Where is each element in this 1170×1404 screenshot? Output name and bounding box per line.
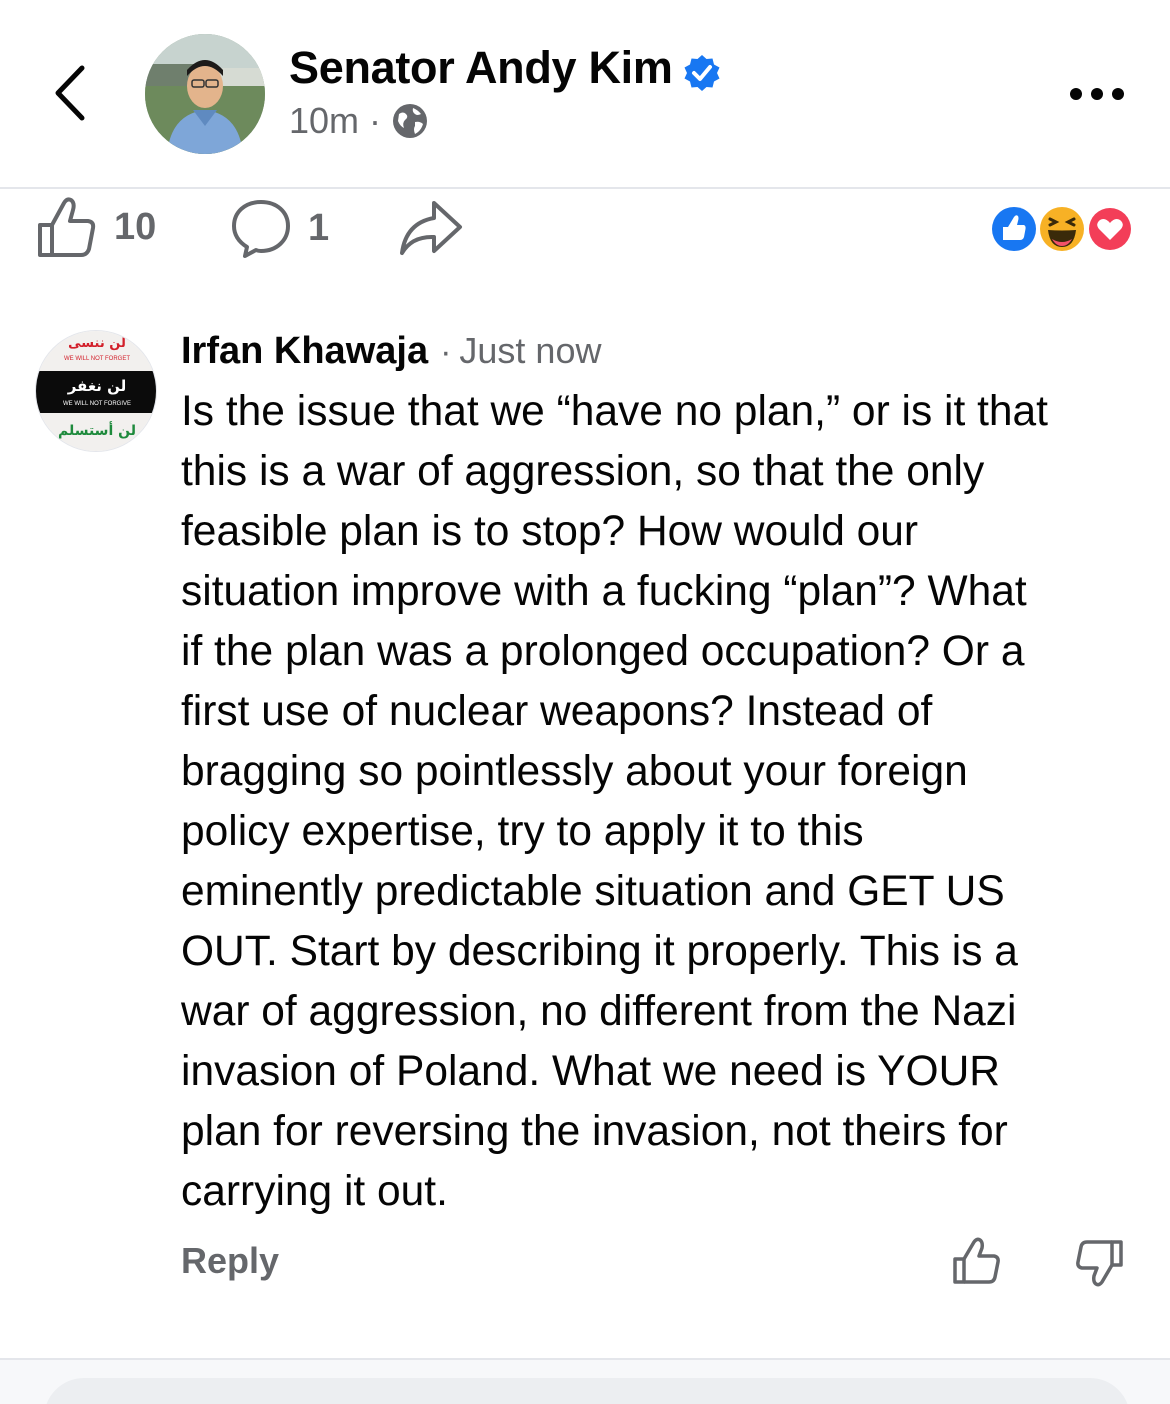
comment-line: this is a war of aggression, so that the… [181, 448, 985, 495]
thumbs-down-icon[interactable] [1073, 1238, 1125, 1288]
comment-time[interactable]: Just now [459, 330, 601, 372]
chevron-left-icon[interactable] [44, 58, 100, 128]
author-photo [145, 34, 265, 154]
comment-line: feasible plan is to stop? How would our [181, 508, 919, 555]
comment-line: plan for reversing the invasion, not the… [181, 1108, 1008, 1155]
share-button[interactable] [398, 199, 464, 259]
avatar-text-middle: WE WILL NOT FORGIVE [63, 401, 131, 407]
like-button[interactable]: 10 [36, 195, 156, 259]
comment-header: Irfan Khawaja · Just now [181, 330, 601, 373]
comment-line: bragging so pointlessly about your forei… [181, 748, 968, 795]
love-reaction-icon [1086, 205, 1134, 253]
comment-line: war of aggression, no different from the… [181, 988, 1017, 1035]
share-arrow-icon [400, 201, 462, 255]
comment-line: OUT. Start by describing it properly. Th… [181, 928, 1018, 975]
comment-separator: · [440, 333, 452, 371]
avatar-arabic-top: لن ننسى [68, 336, 126, 351]
verified-badge-icon [684, 55, 720, 91]
meta-separator: · [369, 100, 382, 141]
author-avatar[interactable] [145, 34, 265, 154]
comment-line: invasion of Poland. What we need is YOUR [181, 1048, 1000, 1095]
comment-line: first use of nuclear weapons? Instead of [181, 688, 933, 735]
globe-icon [393, 104, 428, 138]
like-reaction-icon [989, 204, 1039, 254]
comment-line: Is the issue that we “have no plan,” or … [181, 388, 1048, 435]
avatar-text-top: WE WILL NOT FORGET [64, 356, 130, 362]
comment-line: situation improve with a fucking “plan”?… [181, 568, 1027, 615]
post-action-bar: 10 1 [0, 191, 1170, 271]
comment-bubble-icon [232, 200, 290, 258]
comment-line: carrying it out. [181, 1168, 448, 1215]
like-count: 10 [114, 205, 157, 248]
avatar-arabic-middle: لن نغفر [67, 377, 127, 395]
post-time: 10m [289, 100, 360, 141]
comment-input[interactable] [44, 1378, 1130, 1404]
comment-line: if the plan was a prolonged occupation? … [181, 628, 1025, 675]
post-meta: 10m · [289, 100, 429, 142]
post-header: Senator Andy Kim 10m · [0, 0, 1170, 189]
haha-reaction-icon [1037, 204, 1087, 254]
reaction-summary[interactable] [988, 203, 1138, 255]
reply-button[interactable]: Reply [181, 1240, 279, 1282]
thumbs-up-icon [38, 197, 96, 257]
commenter-avatar[interactable]: لن ننسى WE WILL NOT FORGET لن نغفر WE WI… [35, 330, 157, 452]
comment-count: 1 [308, 206, 330, 249]
comment-line: policy expertise, try to apply it to thi… [181, 808, 864, 855]
avatar-arabic-bottom: لن أستسلم [58, 421, 136, 439]
commenter-avatar-image: لن ننسى WE WILL NOT FORGET لن نغفر WE WI… [36, 331, 156, 451]
author-name[interactable]: Senator Andy Kim [289, 42, 673, 94]
more-horizontal-icon[interactable] [1066, 74, 1128, 114]
comment-button[interactable]: 1 [230, 197, 329, 259]
commenter-name[interactable]: Irfan Khawaja [181, 330, 428, 373]
comment-body: Is the issue that we “have no plan,” or … [181, 382, 1141, 1222]
comment-line: eminently predictable situation and GET … [181, 868, 1005, 915]
thumbs-up-icon[interactable] [951, 1236, 1003, 1286]
